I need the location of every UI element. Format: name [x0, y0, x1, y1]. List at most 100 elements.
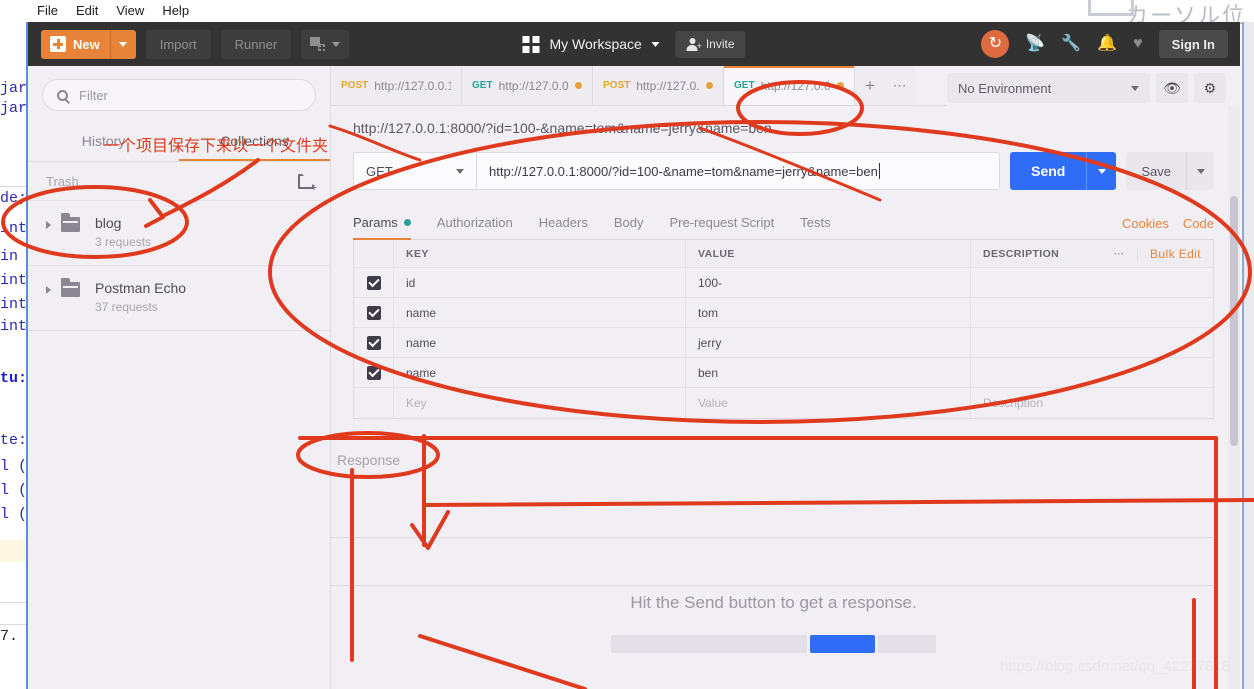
request-tab-method: POST: [603, 80, 631, 91]
chevron-down-icon[interactable]: [651, 41, 660, 47]
row-description[interactable]: [971, 328, 1213, 357]
eye-icon[interactable]: 👁: [1156, 73, 1188, 103]
list-item[interactable]: Postman Echo 37 requests: [28, 266, 330, 331]
row-checkbox[interactable]: [366, 335, 381, 350]
chevron-right-icon[interactable]: [46, 221, 51, 229]
row-checkbox[interactable]: [366, 275, 381, 290]
main-scrollbar[interactable]: [1228, 106, 1240, 689]
new-button-label: New: [73, 36, 100, 52]
method-select[interactable]: GET: [353, 152, 477, 190]
environment-select[interactable]: No Environment: [947, 73, 1150, 103]
table-header-checkbox-cell: [354, 240, 394, 267]
table-row[interactable]: name jerry: [354, 328, 1213, 358]
bell-icon[interactable]: 🔔: [1097, 36, 1117, 52]
save-button[interactable]: Save: [1126, 152, 1214, 190]
table-row-empty[interactable]: Key Value Description: [354, 388, 1213, 418]
add-tab-button[interactable]: +: [855, 66, 885, 105]
row-key-placeholder[interactable]: Key: [394, 388, 686, 418]
import-button[interactable]: Import: [145, 29, 211, 59]
tab-params[interactable]: Params: [353, 208, 411, 240]
sign-in-button[interactable]: Sign In: [1158, 30, 1228, 58]
new-folder-icon[interactable]: +: [298, 174, 317, 194]
row-description[interactable]: [971, 268, 1213, 297]
tab-tests[interactable]: Tests: [800, 208, 830, 239]
row-key[interactable]: name: [394, 358, 686, 387]
request-title: http://127.0.0.1:8000/?id=100-&name=tom&…: [353, 120, 772, 136]
code-link[interactable]: Code: [1183, 216, 1214, 231]
invite-button[interactable]: + Invite: [675, 30, 746, 58]
collection-request-count: 37 requests: [95, 300, 158, 314]
request-tab-url: http://127.0.0: [636, 78, 700, 93]
row-description[interactable]: [971, 358, 1213, 387]
new-button-dropdown[interactable]: [109, 29, 136, 59]
app-toolbar: New Import Runner My Workspace + Invite …: [28, 22, 1240, 66]
filter-input[interactable]: Filter: [42, 79, 316, 111]
send-button[interactable]: Send: [1010, 152, 1117, 190]
satellite-icon[interactable]: 📡: [1025, 36, 1045, 52]
heart-icon[interactable]: ♥: [1133, 36, 1143, 52]
save-dropdown[interactable]: [1186, 152, 1214, 190]
tab-pre-request-script[interactable]: Pre-request Script: [669, 208, 774, 239]
tab-authorization[interactable]: Authorization: [437, 208, 513, 239]
row-value[interactable]: 100-: [686, 268, 971, 297]
request-tab[interactable]: POST http://127.0.0: [593, 66, 724, 105]
runner-button[interactable]: Runner: [220, 29, 292, 59]
chevron-down-icon: [119, 41, 128, 47]
url-value: http://127.0.0.1:8000/?id=100-&name=tom&…: [489, 163, 878, 179]
row-value[interactable]: tom: [686, 298, 971, 327]
new-button[interactable]: New: [41, 29, 136, 59]
menu-item-help[interactable]: Help: [153, 1, 198, 21]
request-tab-method: GET: [472, 80, 493, 91]
request-tab[interactable]: GET http://127.0.0.: [462, 66, 593, 105]
chevron-right-icon[interactable]: [46, 286, 51, 294]
row-checkbox[interactable]: [366, 305, 381, 320]
sync-icon[interactable]: ↻: [981, 30, 1010, 58]
gear-icon[interactable]: ⚙: [1194, 73, 1226, 103]
menu-item-file[interactable]: File: [28, 1, 67, 21]
background-code-line: tu:: [0, 370, 28, 387]
workspace-name[interactable]: My Workspace: [549, 36, 641, 52]
background-right-panel: [1242, 22, 1254, 689]
environment-bar: No Environment 👁 ⚙: [947, 66, 1240, 110]
background-code-line: int: [0, 318, 28, 335]
row-value-placeholder[interactable]: Value: [686, 388, 971, 418]
table-header-description: DESCRIPTION ⋯ Bulk Edit: [971, 240, 1213, 267]
row-value[interactable]: jerry: [686, 328, 971, 357]
table-row[interactable]: id 100-: [354, 268, 1213, 298]
cookies-link[interactable]: Cookies: [1122, 216, 1169, 231]
trash-row[interactable]: Trash +: [28, 162, 330, 201]
row-key[interactable]: name: [394, 328, 686, 357]
row-key[interactable]: id: [394, 268, 686, 297]
send-button-label: Send: [1031, 163, 1066, 179]
person-add-icon: +: [686, 37, 702, 51]
send-dropdown[interactable]: [1086, 152, 1116, 190]
menu-item-edit[interactable]: Edit: [67, 1, 107, 21]
mock-bar-grey-right: [878, 634, 936, 653]
row-description[interactable]: [971, 298, 1213, 327]
main-area: POST http://127.0.0.1:8 GET http://127.0…: [331, 66, 1240, 689]
row-checkbox[interactable]: [366, 365, 381, 380]
row-checkbox-cell: [354, 358, 394, 387]
tab-headers[interactable]: Headers: [539, 208, 588, 239]
table-options-icon[interactable]: ⋯: [1114, 248, 1126, 260]
tab-body[interactable]: Body: [614, 208, 644, 239]
background-code-line: in: [0, 248, 19, 265]
request-tab-active[interactable]: GET http://127.0.0: [724, 66, 855, 105]
table-row[interactable]: name ben: [354, 358, 1213, 388]
url-input[interactable]: http://127.0.0.1:8000/?id=100-&name=tom&…: [477, 152, 1001, 190]
row-description-placeholder[interactable]: Description: [971, 388, 1213, 418]
bulk-edit-link[interactable]: Bulk Edit: [1137, 246, 1201, 261]
wrench-icon[interactable]: 🔧: [1061, 36, 1081, 52]
request-tab[interactable]: POST http://127.0.0.1:8: [331, 66, 462, 105]
row-key[interactable]: name: [394, 298, 686, 327]
row-value[interactable]: ben: [686, 358, 971, 387]
new-window-button[interactable]: [301, 29, 350, 59]
list-item[interactable]: blog 3 requests: [28, 201, 330, 266]
background-code-line: int: [0, 272, 28, 289]
tab-options-button[interactable]: ⋯: [885, 66, 915, 105]
table-row[interactable]: name tom: [354, 298, 1213, 328]
toolbar-right-group: ↻ 📡 🔧 🔔 ♥ Sign In: [981, 30, 1228, 58]
scrollbar-thumb[interactable]: [1230, 196, 1238, 446]
row-checkbox-cell: [354, 268, 394, 297]
menu-item-view[interactable]: View: [107, 1, 153, 21]
